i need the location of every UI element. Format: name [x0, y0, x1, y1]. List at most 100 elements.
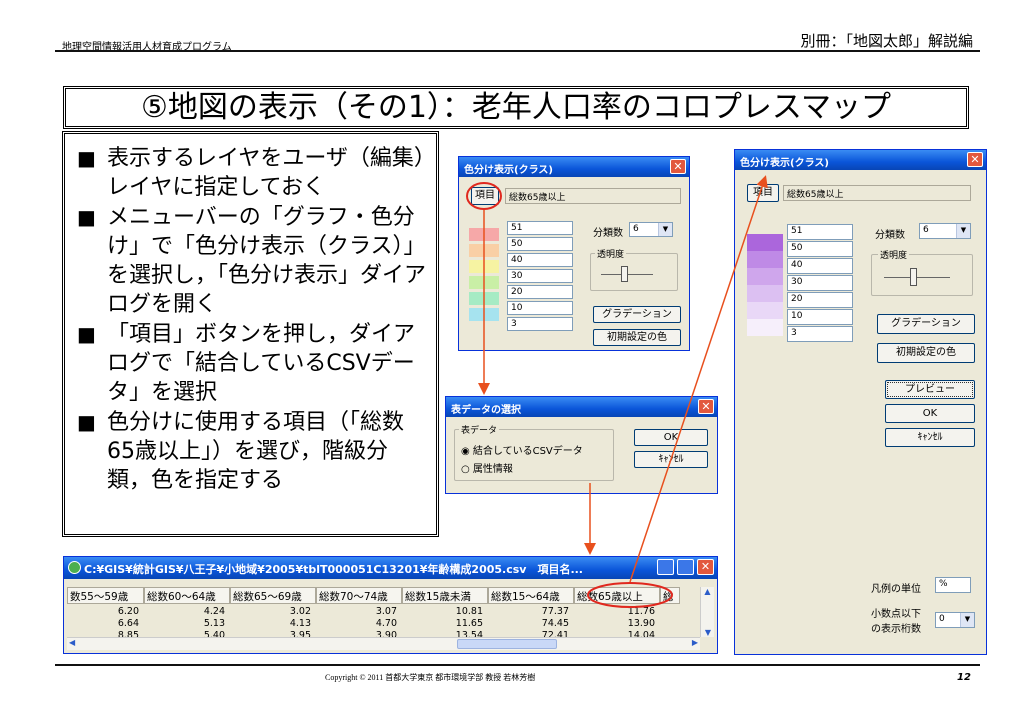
class-break-input[interactable]: 51 — [507, 221, 573, 235]
column-header[interactable]: 総数65～69歳 — [230, 587, 316, 604]
decimal-label-line1: 小数点以下 — [871, 609, 921, 620]
item-button[interactable]: 項目 — [747, 184, 779, 202]
ok-button[interactable]: OK — [885, 404, 975, 423]
class-color-swatch[interactable] — [747, 251, 783, 268]
class-break-input[interactable]: 40 — [787, 258, 853, 274]
scroll-up-icon[interactable]: ▲ — [701, 587, 714, 596]
footer-divider — [55, 664, 980, 666]
table-cell: 11.65 — [455, 618, 483, 629]
class-break-input[interactable]: 30 — [507, 269, 573, 283]
column-header[interactable]: 総 — [660, 587, 680, 604]
class-break-input[interactable]: 30 — [787, 275, 853, 291]
square-bullet-icon: ■ — [77, 410, 96, 434]
gradation-button[interactable]: グラデーション — [877, 314, 975, 334]
bullet-list: ■ 表示するレイヤをユーザ（編集）レイヤに指定しておく ■ メニューバーの「グラ… — [62, 131, 439, 537]
class-color-swatch[interactable] — [469, 228, 499, 241]
close-icon[interactable]: ✕ — [697, 559, 714, 575]
class-count-select[interactable]: 6 ▼ — [919, 223, 971, 239]
table-cell: 3.07 — [375, 606, 397, 617]
table-cell: 6.64 — [117, 618, 139, 629]
opacity-slider-thumb[interactable] — [910, 268, 917, 286]
bullet-text: メニューバーの「グラフ・色分け」で「色分け表示（クラス）」を選択し，「色分け表示… — [107, 205, 427, 317]
bullet-item: ■ 色分けに使用する項目（「総数65歳以上」）を選び，階級分類，色を指定する — [77, 408, 430, 495]
item-value-field: 総数65歳以上 — [783, 185, 971, 201]
class-break-input[interactable]: 20 — [507, 285, 573, 299]
preview-button[interactable]: プレビュー — [885, 380, 975, 399]
decimal-digits-select[interactable]: 0 ▼ — [935, 612, 975, 628]
column-header[interactable]: 総数15歳未満 — [402, 587, 488, 604]
close-icon[interactable]: ✕ — [967, 152, 983, 167]
table-cell: 4.13 — [289, 618, 311, 629]
class-color-swatch[interactable] — [747, 285, 783, 302]
radio-csv-data[interactable]: ◉ 結合しているCSVデータ — [461, 442, 583, 457]
maximize-icon[interactable] — [677, 559, 694, 575]
square-bullet-icon: ■ — [77, 322, 96, 346]
table-cell: 13.90 — [627, 618, 655, 629]
radio-attribute[interactable]: ○ 属性情報 — [461, 460, 513, 475]
opacity-label: 透明度 — [878, 248, 910, 261]
bullet-item: ■ 表示するレイヤをユーザ（編集）レイヤに指定しておく — [77, 144, 430, 202]
gradation-button[interactable]: グラデーション — [593, 306, 681, 323]
scroll-thumb[interactable] — [457, 639, 557, 649]
column-header[interactable]: 総数60～64歳 — [144, 587, 230, 604]
cancel-button[interactable]: ｷｬﾝｾﾙ — [634, 451, 708, 468]
default-color-button[interactable]: 初期設定の色 — [593, 329, 681, 346]
class-color-swatch[interactable] — [469, 260, 499, 273]
class-color-swatch[interactable] — [469, 292, 499, 305]
dialog-titlebar: 色分け表示(クラス) ✕ — [735, 150, 986, 170]
horizontal-scrollbar[interactable]: ◀ ▶ — [67, 637, 700, 650]
class-color-swatch[interactable] — [747, 268, 783, 285]
class-color-swatch[interactable] — [747, 319, 783, 336]
class-break-input[interactable]: 50 — [787, 241, 853, 257]
scroll-right-icon[interactable]: ▶ — [692, 638, 698, 647]
color-class-dialog-large: 色分け表示(クラス) ✕ 項目 総数65歳以上 51 50 40 30 20 1… — [734, 149, 987, 655]
close-icon[interactable]: ✕ — [698, 399, 714, 414]
class-break-input[interactable]: 51 — [787, 224, 853, 240]
class-break-input[interactable]: 3 — [507, 317, 573, 331]
slide-title: ⑤地図の表示（その1）：老年人口率のコロプレスマップ — [63, 86, 969, 129]
column-header[interactable]: 総数15～64歳 — [488, 587, 574, 604]
table-cell: 4.24 — [203, 606, 225, 617]
minimize-icon[interactable] — [657, 559, 674, 575]
class-color-swatch[interactable] — [469, 244, 499, 257]
dialog-title: 色分け表示(クラス) — [740, 158, 829, 169]
class-color-swatch[interactable] — [469, 276, 499, 289]
default-color-button[interactable]: 初期設定の色 — [877, 343, 975, 363]
cancel-button[interactable]: ｷｬﾝｾﾙ — [885, 428, 975, 447]
class-color-swatch[interactable] — [469, 308, 499, 321]
table-window-title: C:¥GIS¥統計GIS¥八王子¥小地域¥2005¥tblT000051C132… — [84, 563, 583, 576]
close-icon[interactable]: ✕ — [670, 159, 686, 174]
table-cell: 77.37 — [541, 606, 569, 617]
column-header[interactable]: 総数70～74歳 — [316, 587, 402, 604]
bullet-item: ■ 「項目」ボタンを押し，ダイアログで「結合しているCSVデータ」を選択 — [77, 320, 430, 407]
class-break-input[interactable]: 20 — [787, 292, 853, 308]
opacity-slider-track[interactable] — [884, 277, 950, 278]
column-header[interactable]: 総数65歳以上 — [574, 587, 660, 604]
opacity-slider-thumb[interactable] — [621, 266, 628, 282]
vertical-scrollbar[interactable]: ▲ ▼ — [700, 587, 714, 637]
bullet-item: ■ メニューバーの「グラフ・色分け」で「色分け表示（クラス）」を選択し，「色分け… — [77, 203, 430, 319]
class-break-input[interactable]: 40 — [507, 253, 573, 267]
table-row[interactable]: 6.20 4.24 3.02 3.07 10.81 77.37 11.76 — [67, 606, 660, 617]
class-break-input[interactable]: 10 — [507, 301, 573, 315]
opacity-group: 透明度 — [871, 248, 973, 296]
item-button[interactable]: 項目 — [471, 187, 499, 205]
class-count-select[interactable]: 6 ▼ — [629, 222, 673, 237]
class-color-swatch[interactable] — [747, 302, 783, 319]
ok-button[interactable]: OK — [634, 429, 708, 446]
chevron-down-icon: ▼ — [956, 224, 970, 238]
class-color-swatch[interactable] — [747, 234, 783, 251]
class-count-label: 分類数 — [875, 230, 905, 241]
scroll-left-icon[interactable]: ◀ — [69, 638, 75, 647]
table-row[interactable]: 6.64 5.13 4.13 4.70 11.65 74.45 13.90 — [67, 618, 660, 629]
class-count-label: 分類数 — [593, 228, 623, 239]
class-break-input[interactable]: 10 — [787, 309, 853, 325]
column-header[interactable]: 数55～59歳 — [67, 587, 144, 604]
scroll-down-icon[interactable]: ▼ — [701, 628, 715, 637]
class-break-input[interactable]: 3 — [787, 326, 853, 342]
legend-unit-input[interactable]: % — [935, 577, 971, 593]
table-data-group-label: 表データ — [459, 423, 500, 436]
class-count-value: 6 — [633, 224, 639, 234]
bullet-text: 表示するレイヤをユーザ（編集）レイヤに指定しておく — [107, 146, 425, 200]
class-break-input[interactable]: 50 — [507, 237, 573, 251]
